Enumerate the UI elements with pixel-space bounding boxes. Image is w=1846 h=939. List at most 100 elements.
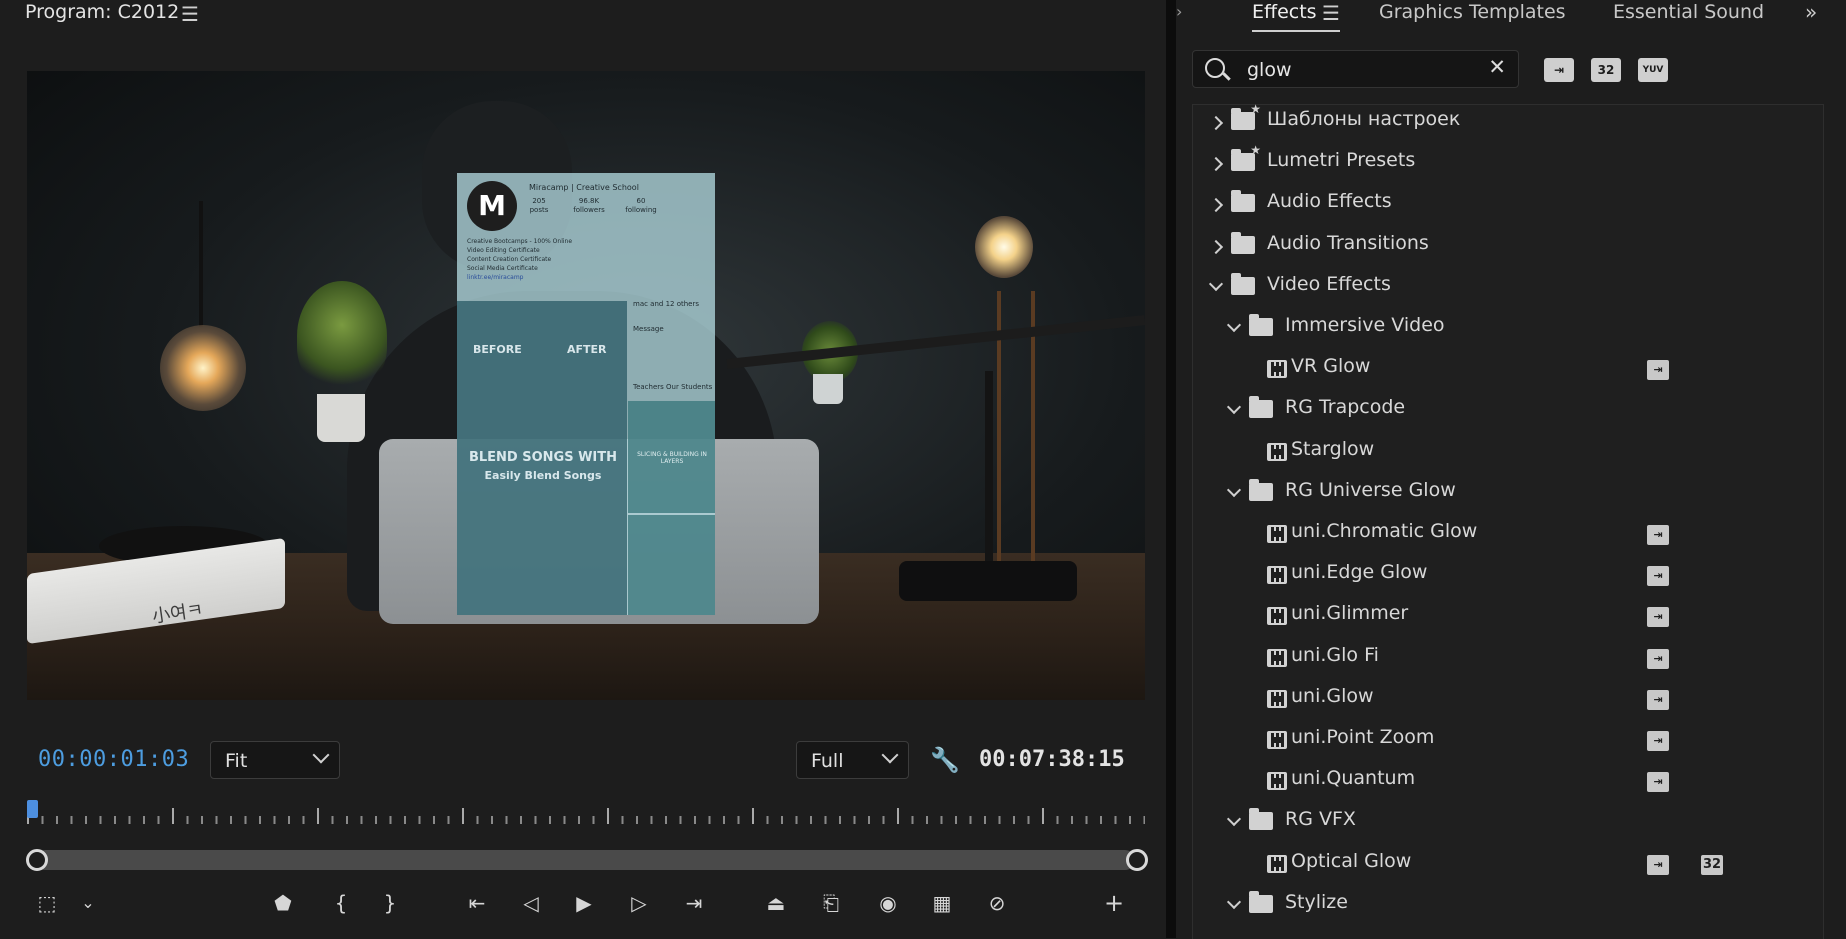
program-title[interactable]: Program: C2012 [25,1,179,23]
step-back-icon[interactable]: ◁ [514,888,548,918]
overlay-stat-following: 60 following [625,197,657,214]
wrench-icon[interactable]: 🔧 [930,746,960,774]
video-plant-left-pot [317,394,365,442]
effect-icon [1267,689,1287,708]
folder-icon [1231,231,1255,254]
accelerated-badge-icon: ⇥ [1647,731,1669,751]
comparison-view-icon[interactable]: ▦ [925,888,959,918]
scrollbar-left-handle[interactable] [26,849,48,871]
folder-icon [1249,808,1273,831]
overlay-before-label: BEFORE [473,343,522,356]
tab-effects[interactable]: Effects [1252,1,1317,23]
folder-item-rg-universe-glow[interactable]: RG Universe Glow [1193,476,1823,516]
effect-label: uni.Glow [1291,684,1374,707]
step-forward-icon[interactable]: ▷ [622,888,656,918]
chevron-right-icon[interactable] [1208,157,1224,172]
yuv-filter-button[interactable]: YUV [1638,58,1668,82]
accelerated-badge-icon: ⇥ [1647,648,1669,669]
mark-out-icon[interactable]: } [373,888,407,918]
effect-item-uni-chromatic-glow[interactable]: uni.Chromatic Glow ⇥ [1193,517,1823,557]
go-to-out-icon[interactable]: ⇥ [677,888,711,918]
chevron-down-icon[interactable] [1226,482,1242,497]
duration-timecode: 00:07:38:15 [979,747,1125,772]
accelerated-badge-icon: ⇥ [1647,689,1669,710]
chevron-down-icon[interactable] [1226,812,1242,827]
folder-item-lumetri-presets[interactable]: ★ Lumetri Presets [1193,143,1823,186]
folder-item-rg-trapcode[interactable]: RG Trapcode [1193,393,1823,433]
play-icon[interactable]: ▶ [567,888,601,918]
effect-item-optical-glow[interactable]: Optical Glow ⇥ 32 [1193,847,1823,887]
chevron-right-icon[interactable]: › [1176,2,1182,21]
32bit-filter-button[interactable]: 32 [1591,58,1621,82]
overlay-thumbnail-2 [628,515,715,615]
tab-essential-sound[interactable]: Essential Sound [1613,1,1764,23]
settings-chevron-icon[interactable]: ⌄ [71,888,105,918]
chevron-right-icon[interactable] [1208,198,1224,213]
effect-label: uni.Chromatic Glow [1291,520,1478,542]
mark-in-icon[interactable]: { [324,888,358,918]
folder-label: RG Universe Glow [1285,478,1456,501]
folder-item-video-effects[interactable]: Video Effects [1193,270,1823,310]
effect-item-uni-quantum[interactable]: uni.Quantum ⇥ [1193,764,1823,804]
folder-item-audio-transitions[interactable]: Audio Transitions [1193,229,1823,269]
current-timecode[interactable]: 00:00:01:03 [38,747,189,772]
proxy-toggle-icon[interactable]: ⊘ [980,888,1014,918]
chevron-down-icon[interactable] [1208,276,1224,291]
overlay-followers-note: mac and 12 others [633,300,700,308]
close-icon[interactable]: ✕ [1488,55,1506,79]
playhead[interactable] [27,800,38,818]
export-frame-icon[interactable]: ◉ [871,888,905,918]
effect-item-starglow[interactable]: Starglow [1193,435,1823,475]
folder-label: RG VFX [1285,808,1356,831]
video-lamp-cord [199,201,203,327]
effect-icon [1267,442,1287,461]
hamburger-icon[interactable]: ☰ [181,2,199,26]
folder-label: Шаблоны настроек [1267,108,1461,130]
time-ruler[interactable] [27,808,1145,826]
effect-item-uni-point-zoom[interactable]: uni.Point Zoom ⇥ [1193,723,1823,763]
panel-divider[interactable] [1166,0,1176,938]
double-chevron-right-icon[interactable]: » [1805,0,1817,24]
overlay-stat-followers: 96.8K followers [573,197,605,214]
go-to-in-icon[interactable]: ⇤ [460,888,494,918]
folder-label: RG Trapcode [1285,396,1406,419]
effect-item-uni-glow[interactable]: uni.Glow ⇥ [1193,682,1823,722]
chevron-down-icon[interactable] [1226,894,1242,909]
search-input[interactable] [1245,55,1469,85]
effect-item-uni-glo-fi[interactable]: uni.Glo Fi ⇥ [1193,641,1823,681]
lift-icon[interactable]: ⏏ [759,888,793,918]
folder-item-rg-vfx[interactable]: RG VFX [1193,805,1823,845]
folder-item-audio-effects[interactable]: Audio Effects [1193,187,1823,227]
overlay-message-button: Message [633,325,664,333]
extract-icon[interactable]: ⎗ [814,888,848,918]
chevron-down-icon[interactable] [1226,400,1242,415]
zoom-dropdown[interactable]: Fit [210,741,340,779]
effect-item-uni-edge-glow[interactable]: uni.Edge Glow ⇥ [1193,558,1823,598]
hamburger-icon[interactable]: ☰ [1322,1,1340,25]
folder-item-stylize[interactable]: Stylize [1193,888,1823,928]
add-button-icon[interactable]: + [1097,888,1131,918]
video-preview[interactable]: 小여ㅋ M Miracamp | Creative School 205 pos… [27,71,1145,700]
star-icon: ★ [1250,102,1261,116]
accelerated-effects-filter-icon[interactable]: ⇥ [1544,58,1574,82]
effect-icon [1267,525,1287,543]
marker-icon[interactable]: ⬟ [266,888,300,918]
folder-icon [1231,190,1255,213]
tab-graphics-templates[interactable]: Graphics Templates [1379,1,1566,23]
effect-item-uni-glimmer[interactable]: uni.Glimmer ⇥ [1193,599,1823,639]
folder-label: Lumetri Presets [1267,149,1416,172]
safe-margins-icon[interactable]: ⬚ [30,888,64,918]
effect-item-vr-glow[interactable]: VR Glow ⇥ [1193,352,1823,392]
zoom-scrollbar[interactable] [35,850,1135,870]
chevron-down-icon[interactable] [1226,317,1242,333]
scrollbar-right-handle[interactable] [1126,849,1148,871]
accelerated-badge-icon: ⇥ [1647,525,1669,545]
overlay-phone-screen: BEFORE AFTER BLEND SONGS WITH Easily Ble… [457,301,627,615]
folder-item-immersive-video[interactable]: Immersive Video [1193,311,1823,351]
chevron-right-icon[interactable] [1208,115,1224,131]
chevron-right-icon[interactable] [1208,239,1224,254]
resolution-dropdown[interactable]: Full [796,741,909,779]
preset-folder-icon: ★ [1231,102,1261,130]
accelerated-badge-icon: ⇥ [1647,772,1669,793]
folder-item-шаблоны-настроек[interactable]: ★ Шаблоны настроек [1193,102,1823,145]
